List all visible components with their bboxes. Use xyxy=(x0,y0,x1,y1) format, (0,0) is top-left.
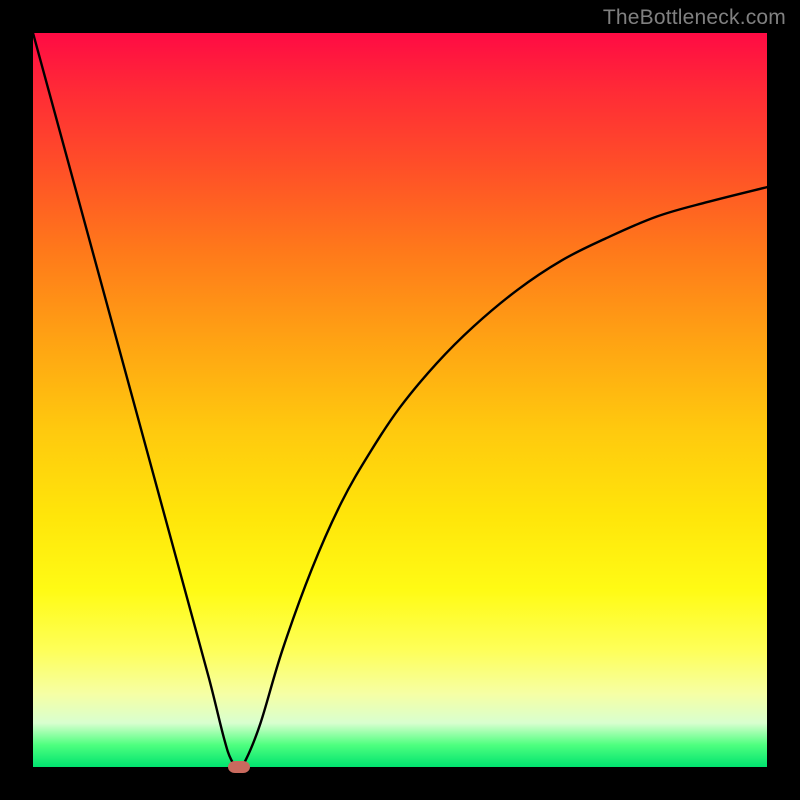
watermark-text: TheBottleneck.com xyxy=(603,6,786,30)
curve-svg xyxy=(33,33,767,767)
minimum-marker xyxy=(228,761,250,773)
bottleneck-curve xyxy=(33,33,767,767)
chart-frame: TheBottleneck.com xyxy=(0,0,800,800)
plot-area xyxy=(33,33,767,767)
